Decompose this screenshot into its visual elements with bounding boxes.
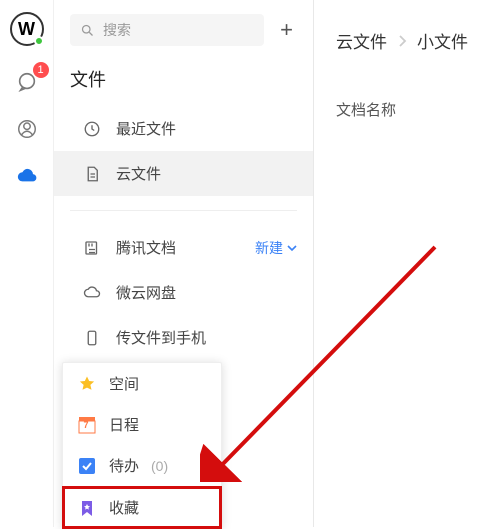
clock-icon <box>82 119 102 139</box>
sidebar-item-label: 微云网盘 <box>116 282 176 303</box>
popup-item-label: 日程 <box>109 414 139 435</box>
todo-count: (0) <box>151 458 168 474</box>
column-header-name[interactable]: 文档名称 <box>336 99 478 120</box>
breadcrumb: 云文件 小文件 <box>336 28 478 53</box>
popup-item-label: 收藏 <box>109 497 139 518</box>
cloud-drive-icon <box>82 283 102 303</box>
sidebar-item-label: 云文件 <box>116 163 161 184</box>
main-pane: 云文件 小文件 文档名称 <box>314 0 500 527</box>
tencent-new-link[interactable]: 新建 <box>255 238 297 258</box>
star-icon <box>77 374 97 394</box>
sidebar-item-tencent-docs[interactable]: 腾讯文档 新建 <box>54 225 313 270</box>
section-title: 文件 <box>54 62 313 106</box>
chevron-right-icon <box>397 35 407 47</box>
search-placeholder: 搜索 <box>103 20 131 40</box>
bookmark-icon <box>77 498 97 518</box>
avatar[interactable]: W <box>10 12 44 46</box>
search-icon <box>80 23 95 38</box>
avatar-text: W <box>18 19 35 40</box>
chevron-down-icon <box>287 243 297 253</box>
divider <box>70 210 297 211</box>
sidebar-item-label: 传文件到手机 <box>116 327 206 348</box>
calendar-icon: 7 <box>77 415 97 435</box>
messages-badge: 1 <box>33 62 49 78</box>
popup-menu: 空间 7 日程 待办 (0) 收藏 <box>62 362 222 529</box>
breadcrumb-child[interactable]: 小文件 <box>417 28 468 53</box>
sidebar-item-label: 腾讯文档 <box>116 237 176 258</box>
rail-contacts[interactable] <box>16 118 38 140</box>
sidebar-item-recent[interactable]: 最近文件 <box>54 106 313 151</box>
popup-item-space[interactable]: 空间 <box>63 363 221 404</box>
popup-item-schedule[interactable]: 7 日程 <box>63 404 221 445</box>
popup-item-label: 空间 <box>109 373 139 394</box>
search-input[interactable]: 搜索 <box>70 14 264 46</box>
popup-item-label: 待办 <box>109 455 139 476</box>
breadcrumb-root[interactable]: 云文件 <box>336 28 387 53</box>
popup-item-favorites[interactable]: 收藏 <box>62 486 222 529</box>
popup-item-todo[interactable]: 待办 (0) <box>63 445 221 486</box>
search-row: 搜索 + <box>54 14 313 62</box>
check-icon <box>77 456 97 476</box>
nav-rail: W 1 <box>0 0 54 527</box>
sidebar-item-label: 最近文件 <box>116 118 176 139</box>
status-dot-icon <box>34 36 44 46</box>
add-button[interactable]: + <box>276 17 297 43</box>
rail-cloud[interactable] <box>16 164 38 186</box>
docs-icon <box>82 238 102 258</box>
sidebar-item-send-phone[interactable]: 传文件到手机 <box>54 315 313 360</box>
sidebar-item-weiyun[interactable]: 微云网盘 <box>54 270 313 315</box>
file-icon <box>82 164 102 184</box>
phone-icon <box>82 328 102 348</box>
sidebar-item-cloud[interactable]: 云文件 <box>54 151 313 196</box>
rail-messages[interactable]: 1 <box>15 70 39 94</box>
